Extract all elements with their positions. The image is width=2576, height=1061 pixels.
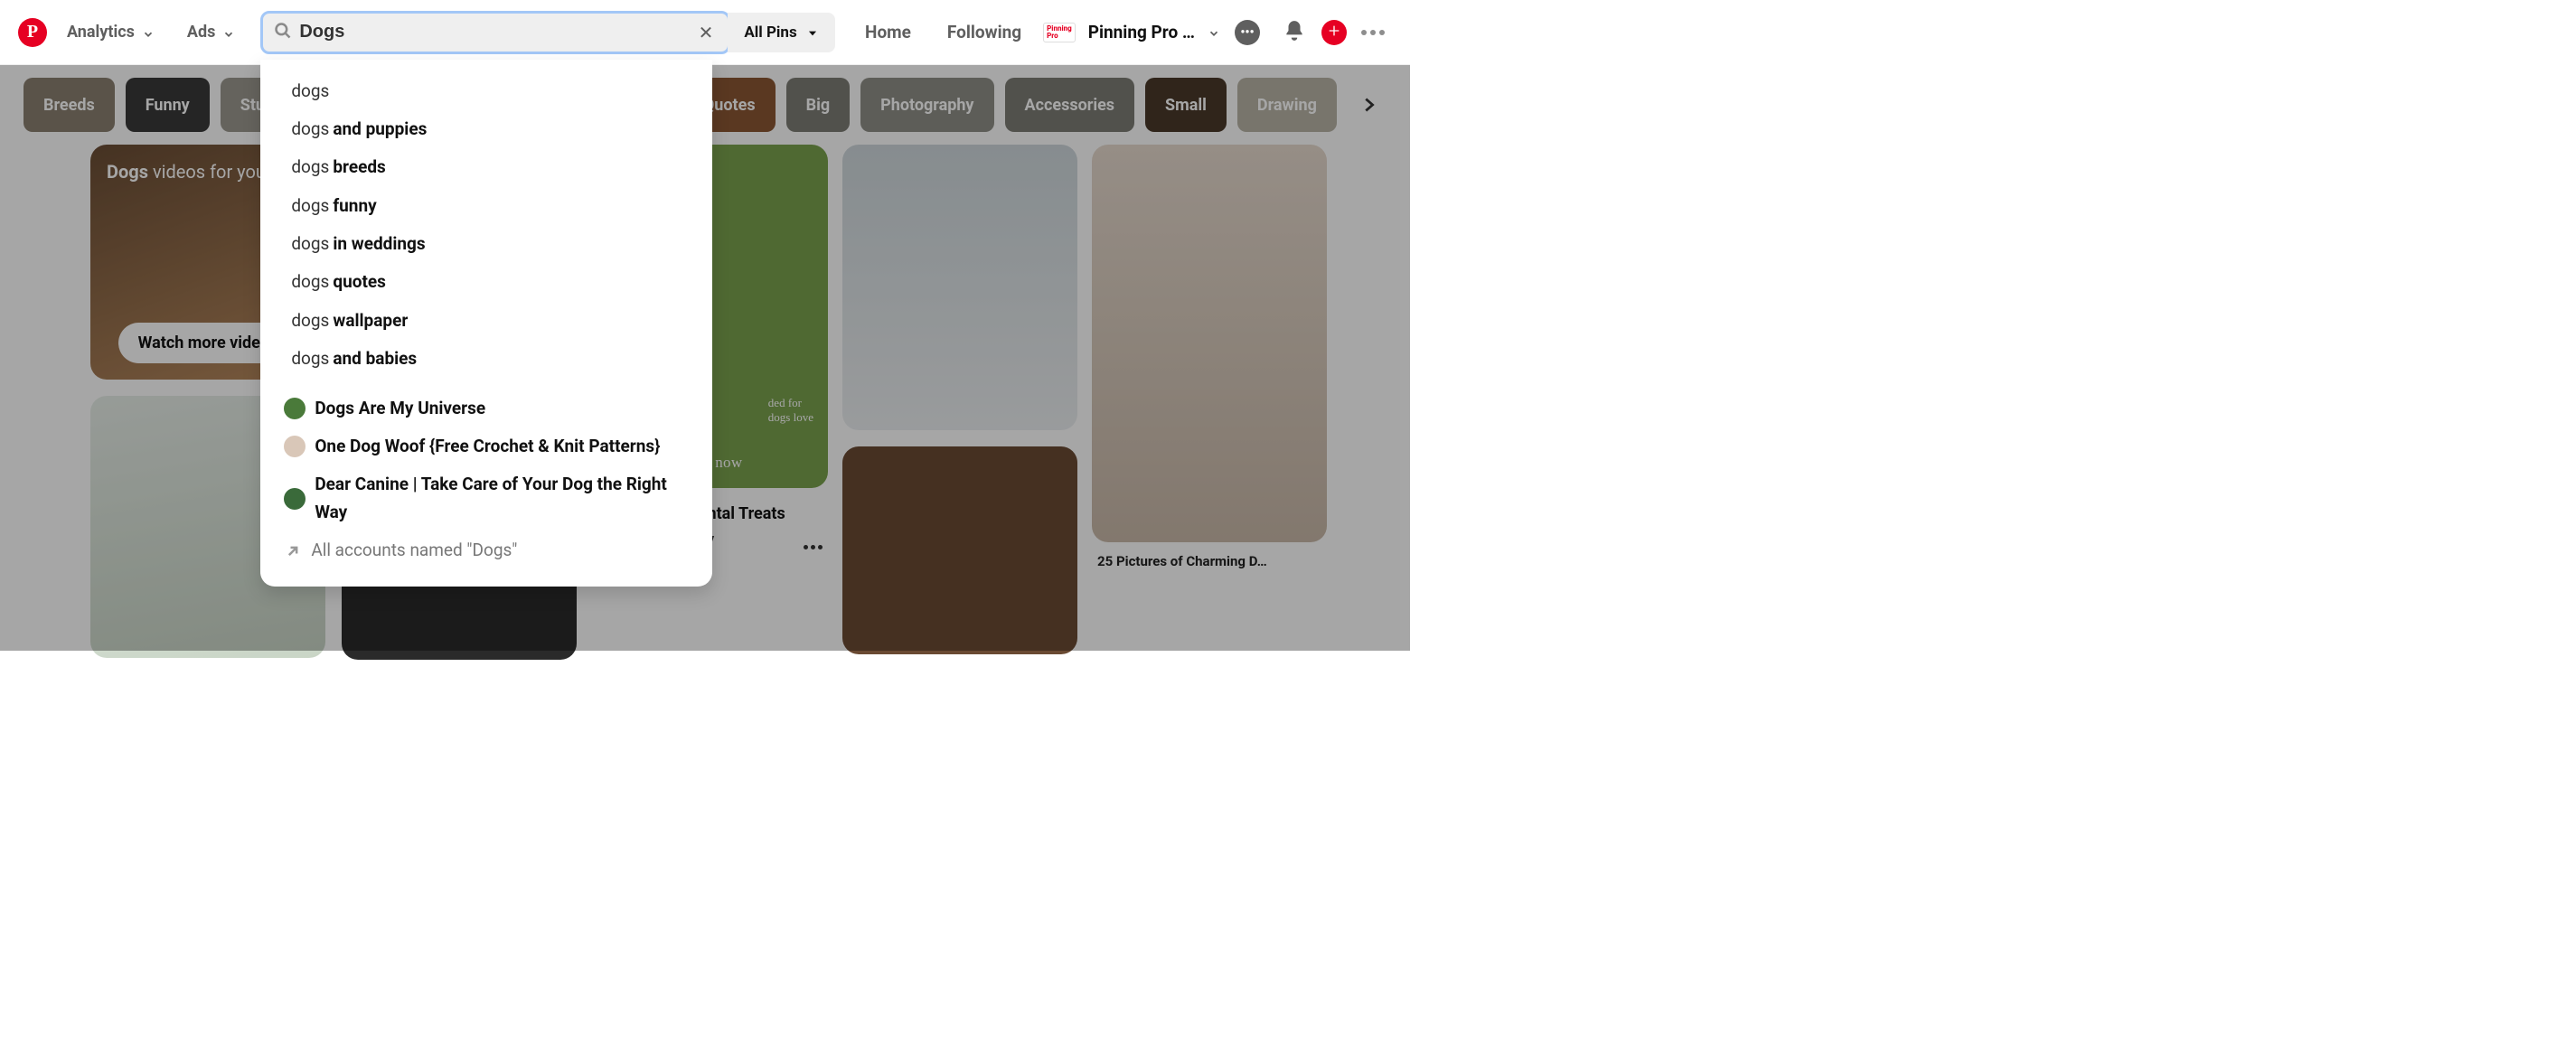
create-button[interactable] (1321, 20, 1347, 45)
search-suggestion-profile[interactable]: One Dog Woof {Free Crochet & Knit Patter… (260, 427, 712, 465)
search-autocomplete-dropdown: dogsdogsand puppiesdogsbreedsdogsfunnydo… (260, 60, 712, 587)
search-filter-label: All Pins (744, 23, 796, 42)
search-suggestion[interactable]: dogsin weddings (260, 225, 712, 263)
search-suggestion[interactable]: dogswallpaper (260, 302, 712, 340)
analytics-label: Analytics (67, 23, 135, 42)
notifications-button[interactable] (1282, 20, 1307, 45)
search-suggestion[interactable]: dogsquotes (260, 263, 712, 301)
pinterest-logo[interactable]: P (18, 18, 47, 47)
search-suggestion[interactable]: dogsand puppies (260, 110, 712, 148)
account-name[interactable]: Pinning Pro … (1083, 22, 1200, 42)
account-badge: Pinning Pro (1043, 23, 1076, 42)
dot-icon (1361, 30, 1367, 35)
chevron-down-icon (142, 26, 155, 39)
top-navigation: P Analytics Ads ✕ All Pins dogsdogsand p… (0, 0, 1410, 65)
following-link[interactable]: Following (933, 22, 1036, 42)
search-box[interactable]: ✕ (260, 11, 730, 54)
search-container: ✕ All Pins dogsdogsand puppiesdogsbreeds… (260, 11, 834, 54)
search-suggestion[interactable]: dogsfunny (260, 187, 712, 225)
ads-label: Ads (187, 23, 215, 42)
arrow-up-right-icon (284, 541, 302, 559)
ads-menu[interactable]: Ads (174, 23, 248, 42)
search-icon (274, 22, 292, 43)
search-suggestion-profile[interactable]: Dogs Are My Universe (260, 390, 712, 427)
analytics-menu[interactable]: Analytics (54, 23, 167, 42)
chevron-down-icon (222, 26, 235, 39)
search-input[interactable] (299, 22, 687, 42)
more-menu-button[interactable] (1354, 30, 1392, 35)
bell-icon (1283, 19, 1306, 46)
messages-button[interactable]: ••• (1235, 20, 1260, 45)
avatar-icon (284, 488, 306, 510)
chevron-down-icon[interactable] (1208, 26, 1220, 39)
all-accounts-label: All accounts named "Dogs" (311, 537, 517, 564)
search-filter-button[interactable]: All Pins (728, 13, 834, 52)
avatar-icon (284, 436, 306, 457)
speech-bubble-icon: ••• (1240, 25, 1254, 40)
clear-search-icon[interactable]: ✕ (695, 22, 718, 43)
search-suggestion-profile[interactable]: Dear Canine | Take Care of Your Dog the … (260, 465, 712, 531)
search-all-accounts-link[interactable]: All accounts named "Dogs" (260, 531, 712, 569)
search-suggestion[interactable]: dogsand babies (260, 340, 712, 378)
avatar-icon (284, 398, 306, 419)
home-link[interactable]: Home (851, 22, 926, 42)
plus-icon (1327, 23, 1341, 42)
chevron-down-icon (806, 26, 819, 39)
search-suggestion[interactable]: dogsbreeds (260, 148, 712, 186)
search-suggestion[interactable]: dogs (260, 72, 712, 110)
